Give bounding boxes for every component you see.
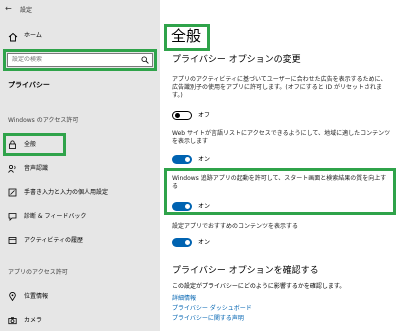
toggle-state-ad-id: オフ <box>198 112 211 119</box>
toggle-knob <box>185 204 190 209</box>
sidebar-item-label-inking: 手書き入力と入力の個人用設定 <box>24 189 109 196</box>
camera-icon <box>8 317 17 325</box>
speech-icon <box>8 164 16 173</box>
sidebar-item-label-location: 位置情報 <box>24 293 49 300</box>
confirm-title: プライバシー オプションを確認する <box>172 266 319 276</box>
search-box[interactable] <box>3 49 157 71</box>
confirm-desc: この設定がプライバシーにどのように影響するかを確認します。 <box>172 283 346 290</box>
setting-desc-suggested-content: 設定アプリでおすすめのコンテンツを表示する <box>172 223 299 230</box>
search-input[interactable] <box>12 56 132 64</box>
back-arrow-icon[interactable]: ← <box>5 4 15 14</box>
sidebar-item-label-feedback: 診断 & フィードバック <box>24 213 87 220</box>
pen-icon <box>8 188 17 197</box>
history-icon <box>8 237 17 244</box>
window-title: 設定 <box>20 7 33 14</box>
setting-desc-app-launch-tracking: Windows 追跡アプリの起動を許可して、スタート画面と検索結果の質を向上する <box>172 175 387 190</box>
setting-desc-language-list: Web サイトが言語リストにアクセスできるようにして、地域に適したコンテンツを表… <box>172 130 391 145</box>
toggle-state-suggested-content: オン <box>198 239 211 246</box>
toggle-state-app-launch-tracking: オン <box>198 203 211 210</box>
link-privacy-dashboard[interactable]: プライバシー ダッシュボード <box>172 305 252 313</box>
toggle-state-language-list: オン <box>198 156 211 163</box>
page-label: プライバシー <box>8 81 50 89</box>
location-icon <box>9 292 16 301</box>
home-label: ホーム <box>24 32 42 39</box>
sidebar-item-label-camera: カメラ <box>24 317 43 324</box>
toggle-suggested-content[interactable] <box>172 238 192 247</box>
toggle-language-list[interactable] <box>172 155 192 164</box>
link-privacy-statement[interactable]: プライバシーに関する声明 <box>172 315 244 323</box>
link-more-info[interactable]: 詳細情報 <box>172 295 196 303</box>
toggle-app-launch-tracking[interactable] <box>172 202 192 211</box>
page-title: 全般 <box>171 27 202 45</box>
toggle-knob <box>175 113 180 118</box>
search-icon[interactable] <box>141 56 149 64</box>
section-header-windows-permissions: Windows のアクセス許可 <box>8 117 79 124</box>
toggle-ad-id[interactable] <box>172 111 192 120</box>
section-header-app-permissions: アプリのアクセス許可 <box>8 269 68 276</box>
feedback-icon <box>8 213 17 221</box>
toggle-knob <box>185 157 190 162</box>
sidebar-item-label-activity-history: アクティビティの履歴 <box>24 237 83 244</box>
toggle-knob <box>185 240 190 245</box>
home-icon <box>8 32 18 42</box>
setting-desc-ad-id: アプリのアクティビティに基づいてユーザーに合わせた広告を表示するために、広告識別… <box>172 76 387 99</box>
options-title: プライバシー オプションの変更 <box>172 55 301 65</box>
sidebar-item-label-speech: 音声認識 <box>24 165 49 172</box>
general-highlight-box <box>3 133 66 156</box>
